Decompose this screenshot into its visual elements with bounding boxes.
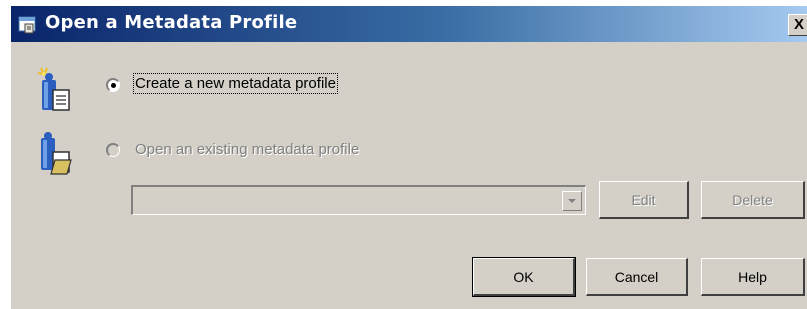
create-new-profile-label[interactable]: Create a new metadata profile bbox=[133, 73, 338, 94]
metadata-window-icon bbox=[18, 16, 36, 34]
edit-button[interactable]: Edit bbox=[599, 181, 689, 219]
ok-button[interactable]: OK bbox=[472, 257, 576, 297]
create-new-profile-radio[interactable] bbox=[106, 78, 120, 92]
profile-select-dropdown-button[interactable] bbox=[562, 191, 582, 211]
profile-select[interactable] bbox=[131, 185, 586, 215]
open-metadata-profile-dialog: Open a Metadata Profile X Create a new m… bbox=[10, 5, 807, 309]
open-existing-profile-radio[interactable] bbox=[106, 143, 120, 157]
radio-selected-dot bbox=[111, 83, 116, 88]
window-title: Open a Metadata Profile bbox=[45, 12, 298, 33]
open-profile-icon bbox=[41, 132, 72, 175]
help-button[interactable]: Help bbox=[701, 258, 805, 296]
title-bar[interactable]: Open a Metadata Profile X bbox=[11, 6, 807, 42]
close-icon: X bbox=[793, 16, 804, 33]
close-button[interactable]: X bbox=[788, 14, 807, 36]
new-profile-icon bbox=[37, 67, 70, 111]
open-existing-profile-label[interactable]: Open an existing metadata profile bbox=[135, 141, 359, 158]
cancel-button[interactable]: Cancel bbox=[586, 258, 688, 296]
chevron-down-icon bbox=[568, 199, 576, 203]
delete-button[interactable]: Delete bbox=[701, 181, 805, 219]
